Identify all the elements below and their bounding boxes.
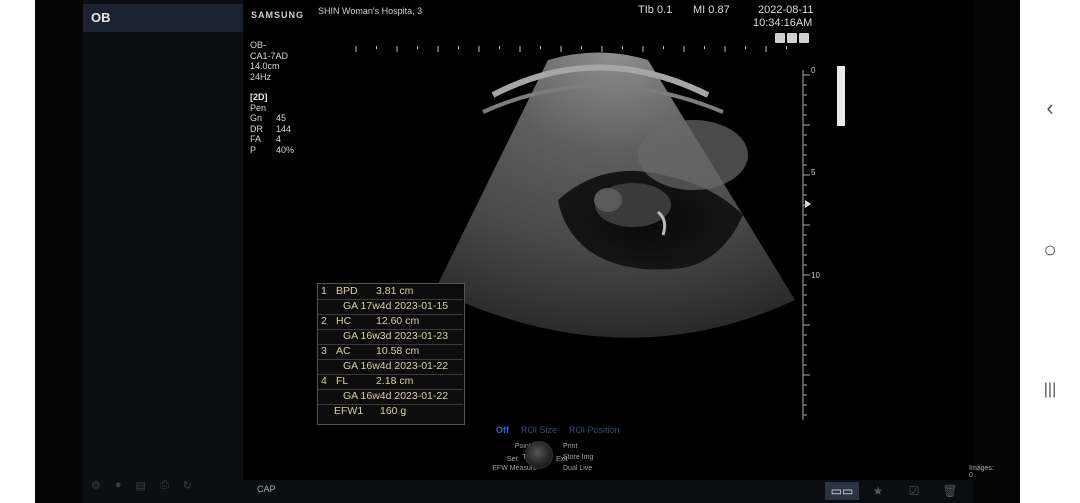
measurement-row[interactable]: 3 AC 10.58 cm xyxy=(318,344,463,360)
ctl-print[interactable]: Print xyxy=(563,443,577,450)
imaging-panel: SAMSUNG SHIN Woman's Hospita, 3 TIb 0.1 … xyxy=(243,0,994,503)
mode-label[interactable]: OB xyxy=(83,4,243,32)
meas-ga: GA 16w4d 2023-01-22 xyxy=(343,360,449,372)
meas-name: HC xyxy=(336,315,352,327)
roi-off[interactable]: Off xyxy=(496,425,509,435)
meas-index: 4 xyxy=(321,375,327,387)
document-icon[interactable]: ▤ xyxy=(136,479,146,497)
trash-icon[interactable]: 🗑 xyxy=(933,482,967,500)
efw-label: EFW1 xyxy=(334,405,364,417)
meas-value: 10.58 cm xyxy=(376,345,420,357)
measurement-row[interactable]: 2 HC 12.60 cm xyxy=(318,314,463,330)
cap-label: CAP xyxy=(257,484,276,494)
meas-value: 2.18 cm xyxy=(376,375,414,387)
dual-view-icon[interactable]: ▭▭ xyxy=(825,482,859,500)
focus-marker xyxy=(805,200,811,208)
ctl-dual-live[interactable]: Dual Live xyxy=(563,465,592,472)
meas-value: 12.60 cm xyxy=(376,315,420,327)
roi-size[interactable]: ROI Size xyxy=(521,425,557,435)
ultrasound-screen: OB ⚙ ● ▤ ⎙ ↻ SAMSUNG SHIN Woman's Hospit… xyxy=(35,0,1020,503)
settings-icon[interactable]: ⚙ xyxy=(91,479,101,497)
efw-row[interactable]: EFW1 160 g xyxy=(318,404,463,419)
measurement-ga-row: GA 17w4d 2023-01-15 xyxy=(318,299,463,315)
measurement-ga-row: GA 16w4d 2023-01-22 xyxy=(318,359,463,375)
gray-bar xyxy=(837,66,845,126)
depth-label: 10 xyxy=(811,271,820,280)
meas-value: 3.81 cm xyxy=(376,285,414,297)
measurement-row[interactable]: 1 BPD 3.81 cm xyxy=(318,284,463,300)
trackball-controls: Pointer TGC EFW Measure Set Exit Print S… xyxy=(443,441,703,481)
trackball-icon[interactable] xyxy=(525,441,553,469)
meas-name: FL xyxy=(336,375,349,387)
home-icon[interactable]: ○ xyxy=(1038,238,1062,262)
android-nav-bar: ‹ ○ ||| xyxy=(1020,0,1080,503)
roi-position[interactable]: ROI Position xyxy=(569,425,620,435)
meas-index: 2 xyxy=(321,315,327,327)
measurement-row[interactable]: 4 FL 2.18 cm xyxy=(318,374,463,390)
images-count: Images: 0 xyxy=(969,465,994,479)
star-icon[interactable]: ★ xyxy=(861,482,895,500)
back-icon[interactable]: ‹ xyxy=(1038,96,1062,120)
measurement-ga-row: GA 16w4d 2023-01-22 xyxy=(318,389,463,405)
set-label[interactable]: Set xyxy=(507,456,518,463)
depth-label: 5 xyxy=(811,168,816,177)
recents-icon[interactable]: ||| xyxy=(1038,378,1062,402)
sidebar-icons: ⚙ ● ▤ ⎙ ↻ xyxy=(83,479,243,497)
sidebar: OB ⚙ ● ▤ ⎙ ↻ xyxy=(83,0,243,503)
ctl-store-img[interactable]: Store Img xyxy=(563,454,593,461)
record-icon[interactable]: ● xyxy=(115,479,122,497)
meas-name: AC xyxy=(336,345,351,357)
meas-ga: GA 17w4d 2023-01-15 xyxy=(343,300,449,312)
roi-bar: Off ROI Size ROI Position xyxy=(496,425,620,435)
depth-label: 0 xyxy=(811,66,816,75)
meas-name: BPD xyxy=(336,285,358,297)
meas-ga: GA 16w3d 2023-01-23 xyxy=(343,330,449,342)
meas-index: 3 xyxy=(321,345,327,357)
print-icon[interactable]: ⎙ xyxy=(160,479,169,497)
measurement-panel: 1 BPD 3.81 cm GA 17w4d 2023-01-15 2 HC 1… xyxy=(317,283,465,425)
placenta xyxy=(638,120,748,190)
efw-value: 160 g xyxy=(380,405,407,417)
refresh-icon[interactable]: ↻ xyxy=(183,479,192,497)
meas-ga: GA 16w4d 2023-01-22 xyxy=(343,390,449,402)
measurement-ga-row: GA 16w3d 2023-01-23 xyxy=(318,329,463,345)
check-icon[interactable]: ☑ xyxy=(897,482,931,500)
fetal-head xyxy=(594,188,622,212)
meas-index: 1 xyxy=(321,285,327,297)
